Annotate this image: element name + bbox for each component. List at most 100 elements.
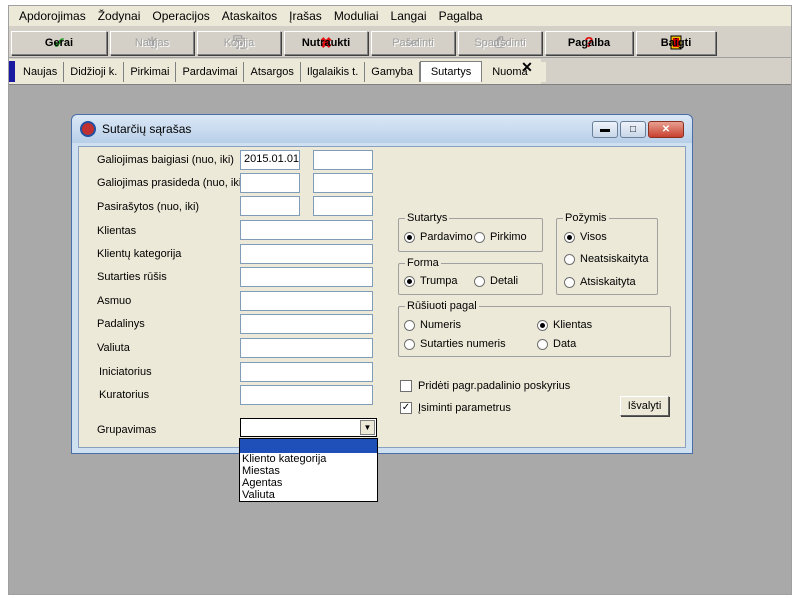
exit-button[interactable]: Baigti (636, 30, 716, 55)
radio-all[interactable]: Visos (564, 231, 607, 243)
radio-settled-label: Atsiskaityta (580, 276, 636, 288)
radio-purchase-label: Pirkimo (490, 231, 527, 243)
client-category-label: Klientų kategorija (97, 248, 182, 260)
menu-moduliai[interactable]: Moduliai (328, 9, 385, 23)
radio-sale[interactable]: Pardavimo (404, 231, 473, 243)
app-logo-icon (80, 121, 96, 137)
remember-params-label: Įsiminti parametrus (418, 402, 511, 414)
radio-sort-contract-number-label: Sutarties numeris (420, 338, 506, 350)
radio-dot (404, 275, 415, 287)
add-subdivisions-label: Pridėti pagr.padalinio poskyrius (418, 380, 571, 392)
copy-button[interactable]: ⎘ Kopija (197, 30, 281, 55)
add-subdivisions-checkbox[interactable]: Pridėti pagr.padalinio poskyrius (400, 380, 570, 392)
new-label: Naujas (134, 36, 170, 49)
print-button[interactable]: ⎙ Spausdinti (458, 30, 542, 55)
grouping-option-city[interactable]: Miestas (240, 465, 377, 477)
tab-didzioji-knyga[interactable]: Didžioji k. (64, 62, 125, 82)
grouping-option-client-category[interactable]: Kliento kategorija (240, 453, 377, 465)
initiator-field[interactable] (240, 362, 373, 382)
tab-sutartys[interactable]: Sutartys (419, 61, 483, 82)
grouping-dropdown-list: Kliento kategorija Miestas Agentas Valiu… (239, 438, 378, 502)
maximize-button[interactable]: □ (620, 121, 646, 138)
menu-irasas[interactable]: Įrašas (283, 9, 328, 23)
ok-button[interactable]: ✔ Gerai (11, 30, 107, 55)
valid-from-to-field[interactable] (313, 173, 373, 193)
close-button[interactable]: ✕ (648, 121, 684, 138)
valid-until-to-field[interactable] (313, 150, 373, 170)
chevron-down-icon[interactable]: ▼ (360, 420, 375, 435)
radio-dot (564, 253, 575, 265)
contract-type-field[interactable] (240, 267, 373, 287)
delete-button[interactable]: ✂ Pašalinti (371, 30, 455, 55)
sort-group-title: Rūšiuoti pagal (405, 300, 479, 312)
signed-to-field[interactable] (313, 196, 373, 216)
print-label: Spausdinti (474, 36, 526, 49)
new-button[interactable]: ✳ Naujas (110, 30, 194, 55)
window-client-area (78, 146, 686, 448)
menu-zodynai[interactable]: Žodynai (92, 9, 147, 23)
menu-operacijos[interactable]: Operacijos (146, 9, 215, 23)
module-tabs: Naujas Didžioji k. Pirkimai Pardavimai A… (9, 61, 546, 82)
radio-dot (404, 231, 415, 243)
tab-gamyba[interactable]: Gamyba (365, 62, 420, 82)
form-group-title: Forma (405, 257, 441, 269)
cancel-label: Nutraukti (301, 36, 351, 49)
help-button[interactable]: ? Pagalba (545, 30, 633, 55)
tab-nuoma[interactable]: Nuoma (482, 62, 546, 82)
toolbar: ✔ Gerai ✳ Naujas ⎘ Kopija ✖ Nutraukti ✂ … (9, 28, 791, 58)
valid-from-label: Galiojimas prasideda (nuo, iki) (97, 177, 245, 189)
radio-sort-date[interactable]: Data (537, 338, 576, 350)
grouping-select[interactable]: ▼ (240, 418, 377, 437)
grouping-option-empty[interactable] (240, 439, 377, 453)
remember-params-checkbox[interactable]: ✓ Įsiminti parametrus (400, 402, 511, 414)
department-label: Padalinys (97, 318, 145, 330)
radio-settled[interactable]: Atsiskaityta (564, 276, 636, 288)
radio-dot (474, 275, 485, 287)
grouping-option-currency[interactable]: Valiuta (240, 489, 377, 501)
menu-langai[interactable]: Langai (385, 9, 433, 23)
tab-pardavimai[interactable]: Pardavimai (176, 62, 245, 82)
valid-until-from-field[interactable]: 2015.01.01 (240, 150, 300, 170)
menu-apdorojimas[interactable]: Apdorojimas (13, 9, 92, 23)
tab-pirkimai[interactable]: Pirkimai (124, 62, 177, 82)
radio-sort-contract-number[interactable]: Sutarties numeris (404, 338, 506, 350)
exit-label: Baigti (660, 36, 692, 49)
radio-short[interactable]: Trumpa (404, 275, 458, 287)
tab-atsargos[interactable]: Atsargos (244, 62, 301, 82)
curator-field[interactable] (240, 385, 373, 405)
client-category-field[interactable] (240, 244, 373, 264)
cancel-button[interactable]: ✖ Nutraukti (284, 30, 368, 55)
minimize-button[interactable]: ▬ (592, 121, 618, 138)
client-field[interactable] (240, 220, 373, 240)
tab-strip-marker (9, 61, 15, 82)
tab-naujas[interactable]: Naujas (17, 62, 65, 82)
radio-all-label: Visos (580, 231, 607, 243)
valid-from-from-field[interactable] (240, 173, 300, 193)
clear-button[interactable]: Išvalyti (620, 396, 669, 416)
radio-dot (404, 338, 415, 350)
ok-label: Gerai (44, 36, 74, 49)
currency-field[interactable] (240, 338, 373, 358)
department-field[interactable] (240, 314, 373, 334)
radio-dot (537, 338, 548, 350)
tab-ilgalaikis-turtas[interactable]: Ilgalaikis t. (300, 62, 366, 82)
tab-close-icon[interactable]: ✕ (519, 59, 535, 75)
radio-unsettled[interactable]: Neatsiskaityta (564, 253, 648, 265)
radio-purchase[interactable]: Pirkimo (474, 231, 527, 243)
radio-sort-client-label: Klientas (553, 319, 593, 331)
client-label: Klientas (97, 225, 137, 237)
valid-until-label: Galiojimas baigiasi (nuo, iki) (97, 154, 234, 166)
signed-from-field[interactable] (240, 196, 300, 216)
radio-sort-number[interactable]: Numeris (404, 319, 461, 331)
radio-dot (474, 231, 485, 243)
radio-detailed[interactable]: Detali (474, 275, 518, 287)
contracts-group-title: Sutartys (405, 212, 450, 224)
radio-sort-number-label: Numeris (420, 319, 461, 331)
grouping-option-agent[interactable]: Agentas (240, 477, 377, 489)
menu-pagalba[interactable]: Pagalba (433, 9, 489, 23)
person-field[interactable] (240, 291, 373, 311)
menu-ataskaitos[interactable]: Ataskaitos (216, 9, 283, 23)
person-label: Asmuo (97, 295, 132, 307)
contract-type-label: Sutarties rūšis (97, 271, 167, 283)
radio-sort-client[interactable]: Klientas (537, 319, 592, 331)
